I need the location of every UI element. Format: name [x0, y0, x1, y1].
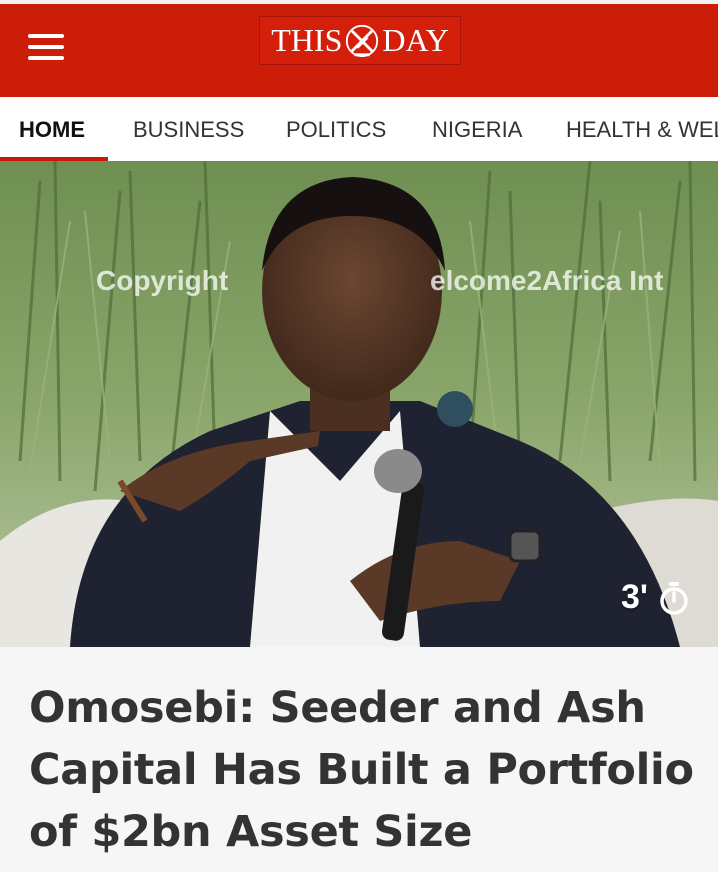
stopwatch-icon	[660, 581, 688, 615]
nav-item-home[interactable]: HOME	[19, 117, 85, 143]
site-header: THIS DAY	[0, 4, 718, 97]
read-time-badge: 3'	[621, 578, 690, 617]
menu-icon[interactable]	[22, 28, 68, 68]
logo-text-left: THIS	[271, 22, 343, 58]
section-nav: HOME BUSINESS POLITICS NIGERIA HEALTH & …	[0, 97, 718, 162]
hero-photo	[0, 161, 718, 647]
nav-item-nigeria[interactable]: NIGERIA	[432, 117, 522, 143]
logo-text-right: DAY	[382, 22, 449, 58]
nav-item-business[interactable]: BUSINESS	[133, 117, 244, 143]
hero-image[interactable]: Copyright elcome2Africa Int 3'	[0, 161, 718, 647]
nav-item-health[interactable]: HEALTH & WEL	[566, 117, 718, 143]
article-headline[interactable]: Omosebi: Seeder and Ash Capital Has Buil…	[29, 677, 699, 863]
logo-emblem-icon	[346, 24, 379, 57]
nav-item-politics[interactable]: POLITICS	[286, 117, 386, 143]
read-time-value: 3'	[621, 578, 648, 616]
site-logo[interactable]: THIS DAY	[259, 16, 461, 65]
watermark-left: Copyright	[96, 265, 229, 296]
article-card[interactable]: Omosebi: Seeder and Ash Capital Has Buil…	[0, 647, 718, 872]
watermark-right: elcome2Africa Int	[430, 265, 664, 296]
